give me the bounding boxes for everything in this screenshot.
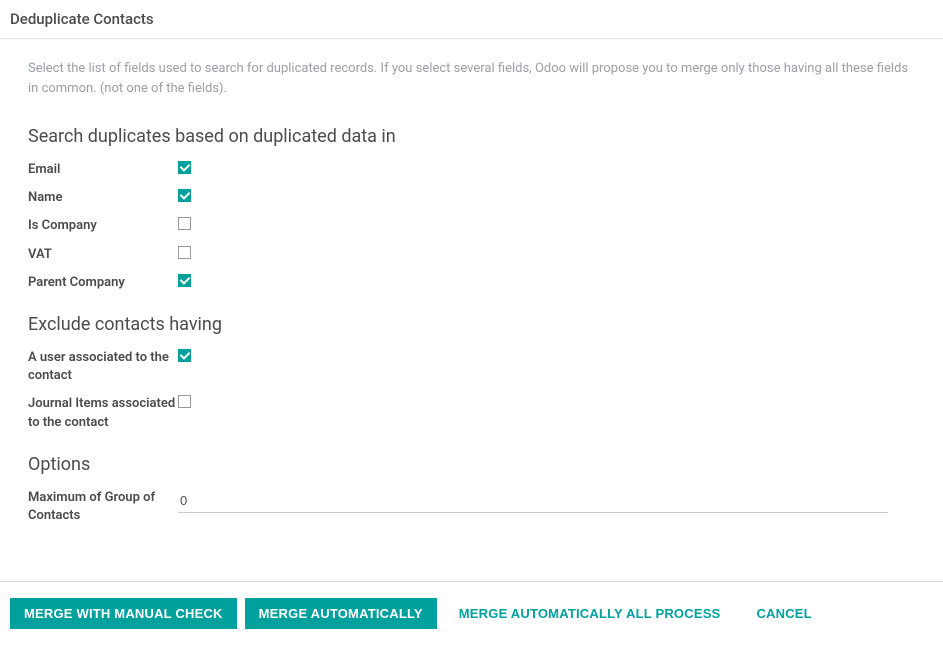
merge-auto-all-button[interactable]: Merge Automatically all process xyxy=(445,598,735,629)
label-vat: VAT xyxy=(28,246,178,264)
checkbox-vat[interactable] xyxy=(178,246,191,259)
checkbox-user-associated[interactable] xyxy=(178,349,191,362)
field-row-is-company: Is Company xyxy=(28,217,915,235)
cancel-button[interactable]: Cancel xyxy=(742,598,825,629)
field-row-user-associated: A user associated to the contact xyxy=(28,349,915,385)
help-text: Select the list of fields used to search… xyxy=(28,59,915,98)
merge-auto-button[interactable]: Merge Automatically xyxy=(245,598,437,629)
input-max-group[interactable] xyxy=(178,489,888,513)
label-is-company: Is Company xyxy=(28,217,178,235)
control-parent-company xyxy=(178,274,191,287)
label-email: Email xyxy=(28,161,178,179)
control-vat xyxy=(178,246,191,259)
control-name xyxy=(178,189,191,202)
checkbox-name[interactable] xyxy=(178,189,191,202)
dialog-content: Select the list of fields used to search… xyxy=(0,39,943,581)
label-parent-company: Parent Company xyxy=(28,274,178,292)
checkbox-is-company[interactable] xyxy=(178,217,191,230)
control-email xyxy=(178,161,191,174)
field-row-max-group: Maximum of Group of Contacts xyxy=(28,489,915,525)
field-row-journal-items: Journal Items associated to the contact xyxy=(28,395,915,431)
label-max-group: Maximum of Group of Contacts xyxy=(28,489,178,525)
section-options: Options Maximum of Group of Contacts xyxy=(28,454,915,525)
section-exclude-contacts: Exclude contacts having A user associate… xyxy=(28,314,915,432)
dialog-footer: Merge with Manual Check Merge Automatica… xyxy=(0,581,943,645)
label-user-associated: A user associated to the contact xyxy=(28,349,178,385)
dialog-title: Deduplicate Contacts xyxy=(10,10,933,28)
control-user-associated xyxy=(178,349,191,362)
section-title-exclude: Exclude contacts having xyxy=(28,314,915,335)
section-title-options: Options xyxy=(28,454,915,475)
label-journal-items: Journal Items associated to the contact xyxy=(28,395,178,431)
label-name: Name xyxy=(28,189,178,207)
field-row-email: Email xyxy=(28,161,915,179)
field-row-vat: VAT xyxy=(28,246,915,264)
field-row-name: Name xyxy=(28,189,915,207)
control-is-company xyxy=(178,217,191,230)
checkbox-email[interactable] xyxy=(178,161,191,174)
control-journal-items xyxy=(178,395,191,408)
field-row-parent-company: Parent Company xyxy=(28,274,915,292)
section-title-search: Search duplicates based on duplicated da… xyxy=(28,126,915,147)
checkbox-parent-company[interactable] xyxy=(178,274,191,287)
dialog-header: Deduplicate Contacts xyxy=(0,0,943,38)
checkbox-journal-items[interactable] xyxy=(178,395,191,408)
control-max-group xyxy=(178,489,888,513)
merge-manual-button[interactable]: Merge with Manual Check xyxy=(10,598,237,629)
section-search-duplicates: Search duplicates based on duplicated da… xyxy=(28,126,915,292)
